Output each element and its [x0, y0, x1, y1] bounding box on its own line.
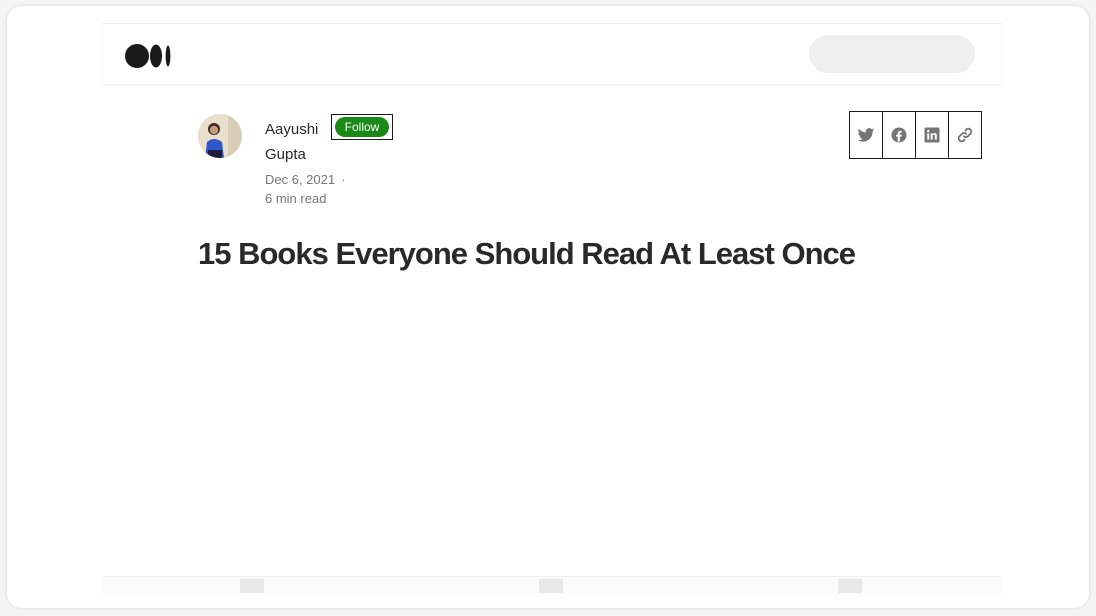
- bottom-tab-marker: [240, 579, 264, 593]
- read-time: 6 min read: [265, 191, 327, 206]
- avatar-image: [198, 114, 242, 158]
- facebook-icon: [891, 127, 907, 143]
- bottom-bar: [103, 576, 1001, 595]
- twitter-icon: [857, 128, 875, 142]
- copy-link-button[interactable]: [948, 111, 982, 159]
- search-placeholder[interactable]: [809, 35, 975, 73]
- browser-frame: Aayushi Gupta Follow Dec 6, 2021 · 6 min …: [7, 6, 1089, 608]
- link-icon: [957, 127, 973, 143]
- publish-date: Dec 6, 2021: [265, 172, 336, 187]
- share-buttons: [849, 111, 982, 159]
- follow-button[interactable]: Follow: [335, 117, 389, 137]
- medium-logo-icon[interactable]: [125, 43, 175, 69]
- bottom-tab-marker: [539, 579, 563, 593]
- linkedin-icon: [924, 127, 940, 143]
- top-navigation-bar: [103, 23, 1001, 84]
- publish-date-line: Dec 6, 2021 ·: [265, 171, 345, 189]
- share-facebook-button[interactable]: [882, 111, 916, 159]
- author-first-name[interactable]: Aayushi: [265, 117, 329, 142]
- meta-separator: ·: [341, 172, 346, 187]
- author-last-name[interactable]: Gupta: [265, 142, 329, 167]
- share-twitter-button[interactable]: [849, 111, 883, 159]
- author-name[interactable]: Aayushi Gupta: [265, 117, 329, 167]
- author-avatar[interactable]: [198, 114, 242, 158]
- bottom-tab-marker: [838, 579, 862, 593]
- article-title: 15 Books Everyone Should Read At Least O…: [198, 236, 856, 271]
- follow-button-focus-ring: Follow: [331, 114, 393, 140]
- share-linkedin-button[interactable]: [915, 111, 949, 159]
